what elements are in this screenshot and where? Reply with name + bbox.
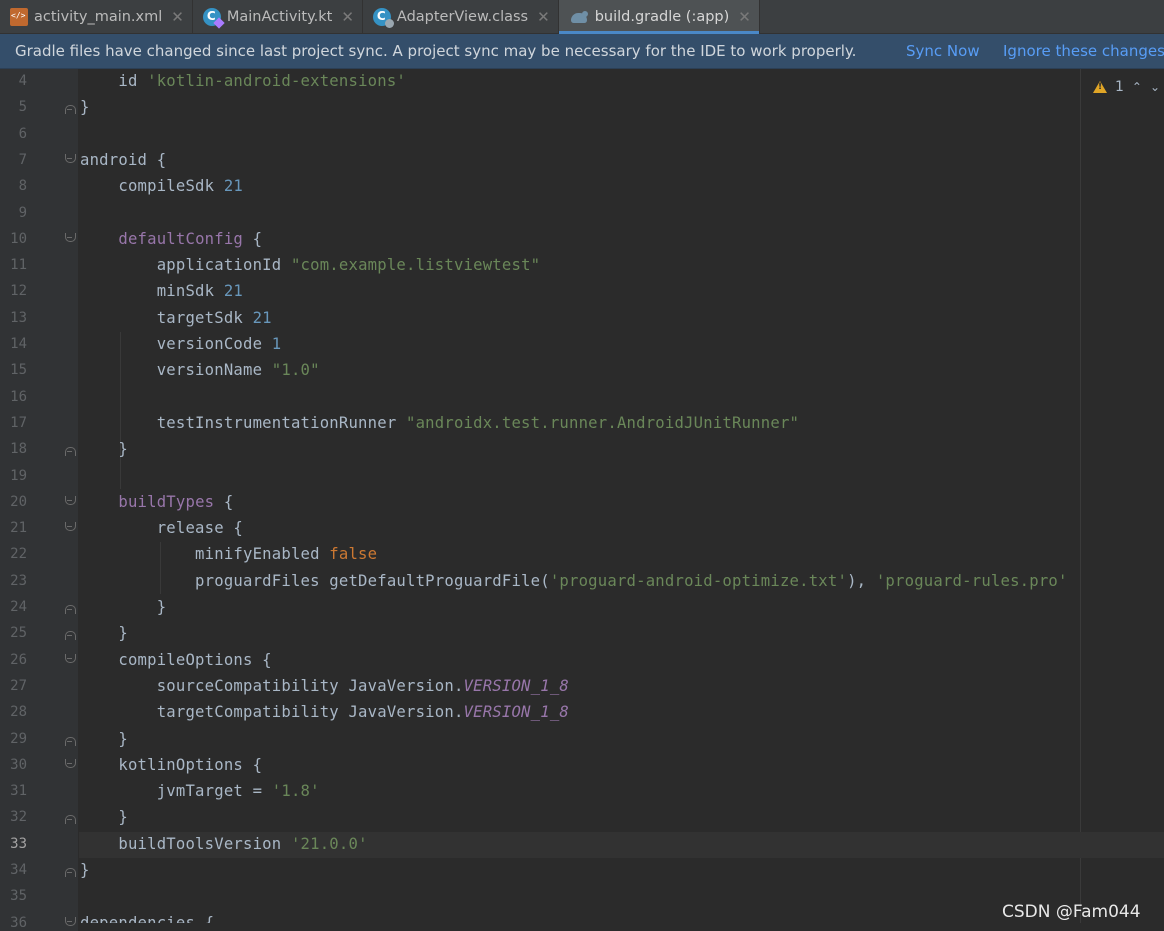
warning-count: 1 [1115,79,1124,95]
ignore-changes-link[interactable]: Ignore these changes [1003,42,1164,60]
tab-build-gradle-app[interactable]: build.gradle (:app) ✕ [558,0,760,34]
close-icon[interactable]: ✕ [171,8,184,26]
fold-marker-icon[interactable] [65,653,76,667]
code-line[interactable]: 14 versionCode 1 [0,332,1164,358]
code-line[interactable]: 31 jvmTarget = '1.8' [0,779,1164,805]
code-line[interactable]: 21 release { [0,516,1164,542]
code-line[interactable]: 16 [0,385,1164,411]
code-line[interactable]: 29 } [0,727,1164,753]
close-icon[interactable]: ✕ [341,8,354,26]
tab-label: build.gradle (:app) [594,9,730,25]
code-editor[interactable]: 4 id 'kotlin-android-extensions' 5 } 6 7… [0,69,1164,931]
horizontal-scrollbar[interactable] [79,923,1164,931]
code-line[interactable]: 23 proguardFiles getDefaultProguardFile(… [0,569,1164,595]
code-line[interactable]: 18 } [0,437,1164,463]
tab-main-activity-kt[interactable]: MainActivity.kt ✕ [193,0,363,34]
code-line[interactable]: 6 [0,122,1164,148]
code-line[interactable]: 27 sourceCompatibility JavaVersion.VERSI… [0,674,1164,700]
ide-window: activity_main.xml ✕ MainActivity.kt ✕ Ad… [0,0,1164,931]
code-line[interactable]: 20 buildTypes { [0,490,1164,516]
code-line[interactable]: 15 versionName "1.0" [0,358,1164,384]
code-line-current[interactable]: 33 buildToolsVersion '21.0.0' [0,831,1164,858]
fold-marker-icon[interactable] [65,864,76,877]
fold-marker-icon[interactable] [65,601,76,614]
code-line[interactable]: 13 targetSdk 21 [0,306,1164,332]
watermark: CSDN @Fam044 [1002,902,1141,922]
fold-marker-icon[interactable] [65,811,76,825]
tab-label: activity_main.xml [34,9,163,25]
banner-message: Gradle files have changed since last pro… [15,42,857,60]
warning-triangle-icon [1093,81,1107,93]
code-line[interactable]: 12 minSdk 21 [0,279,1164,305]
code-line[interactable]: 8 compileSdk 21 [0,174,1164,200]
chevron-up-icon[interactable]: ⌃ [1132,80,1142,94]
fold-marker-icon[interactable] [65,232,76,246]
code-line[interactable]: 9 [0,201,1164,227]
kotlin-class-icon [202,8,221,26]
code-line[interactable]: 35 [0,884,1164,910]
code-line[interactable]: 11 applicationId "com.example.listviewte… [0,253,1164,279]
chevron-down-icon[interactable]: ⌄ [1150,80,1160,94]
inspection-widget[interactable]: 1 ⌃ ⌄ [1093,79,1160,95]
fold-marker-icon[interactable] [65,758,76,772]
code-line[interactable]: 30 kotlinOptions { [0,753,1164,779]
code-line[interactable]: 10 defaultConfig { [0,227,1164,253]
code-line[interactable]: 19 [0,464,1164,490]
gradle-elephant-icon [569,8,589,26]
sync-now-link[interactable]: Sync Now [906,42,980,60]
java-class-icon [372,8,394,28]
close-icon[interactable]: ✕ [537,8,550,26]
tab-label: MainActivity.kt [226,9,333,25]
code-line[interactable]: 7 android { [0,148,1164,174]
code-line[interactable]: 17 testInstrumentationRunner "androidx.t… [0,411,1164,437]
code-line[interactable]: 22 minifyEnabled false [0,542,1164,568]
gradle-sync-banner: Gradle files have changed since last pro… [0,34,1164,69]
fold-marker-icon[interactable] [65,443,76,457]
fold-marker-icon[interactable] [65,733,76,746]
fold-marker-icon[interactable] [65,627,76,641]
tab-adapter-view-class[interactable]: AdapterView.class ✕ [363,0,559,34]
editor-tab-bar: activity_main.xml ✕ MainActivity.kt ✕ Ad… [0,0,1164,34]
fold-marker-icon[interactable] [65,522,76,535]
fold-marker-icon[interactable] [65,495,76,509]
fold-marker-icon[interactable] [65,101,76,115]
fold-marker-icon[interactable] [65,916,76,930]
code-line[interactable]: 25 } [0,621,1164,647]
code-line[interactable]: 26 compileOptions { [0,648,1164,674]
tab-activity-main-xml[interactable]: activity_main.xml ✕ [0,0,193,34]
code-line[interactable]: 32 } [0,805,1164,831]
code-line[interactable]: 5 } [0,95,1164,121]
code-line[interactable]: 4 id 'kotlin-android-extensions' [0,69,1164,95]
tab-label: AdapterView.class [396,9,529,25]
xml-file-icon [10,8,28,26]
close-icon[interactable]: ✕ [738,8,751,26]
code-line[interactable]: 34 } [0,858,1164,884]
code-line[interactable]: 24 } [0,595,1164,621]
fold-marker-icon[interactable] [65,153,76,167]
code-line[interactable]: 28 targetCompatibility JavaVersion.VERSI… [0,700,1164,726]
